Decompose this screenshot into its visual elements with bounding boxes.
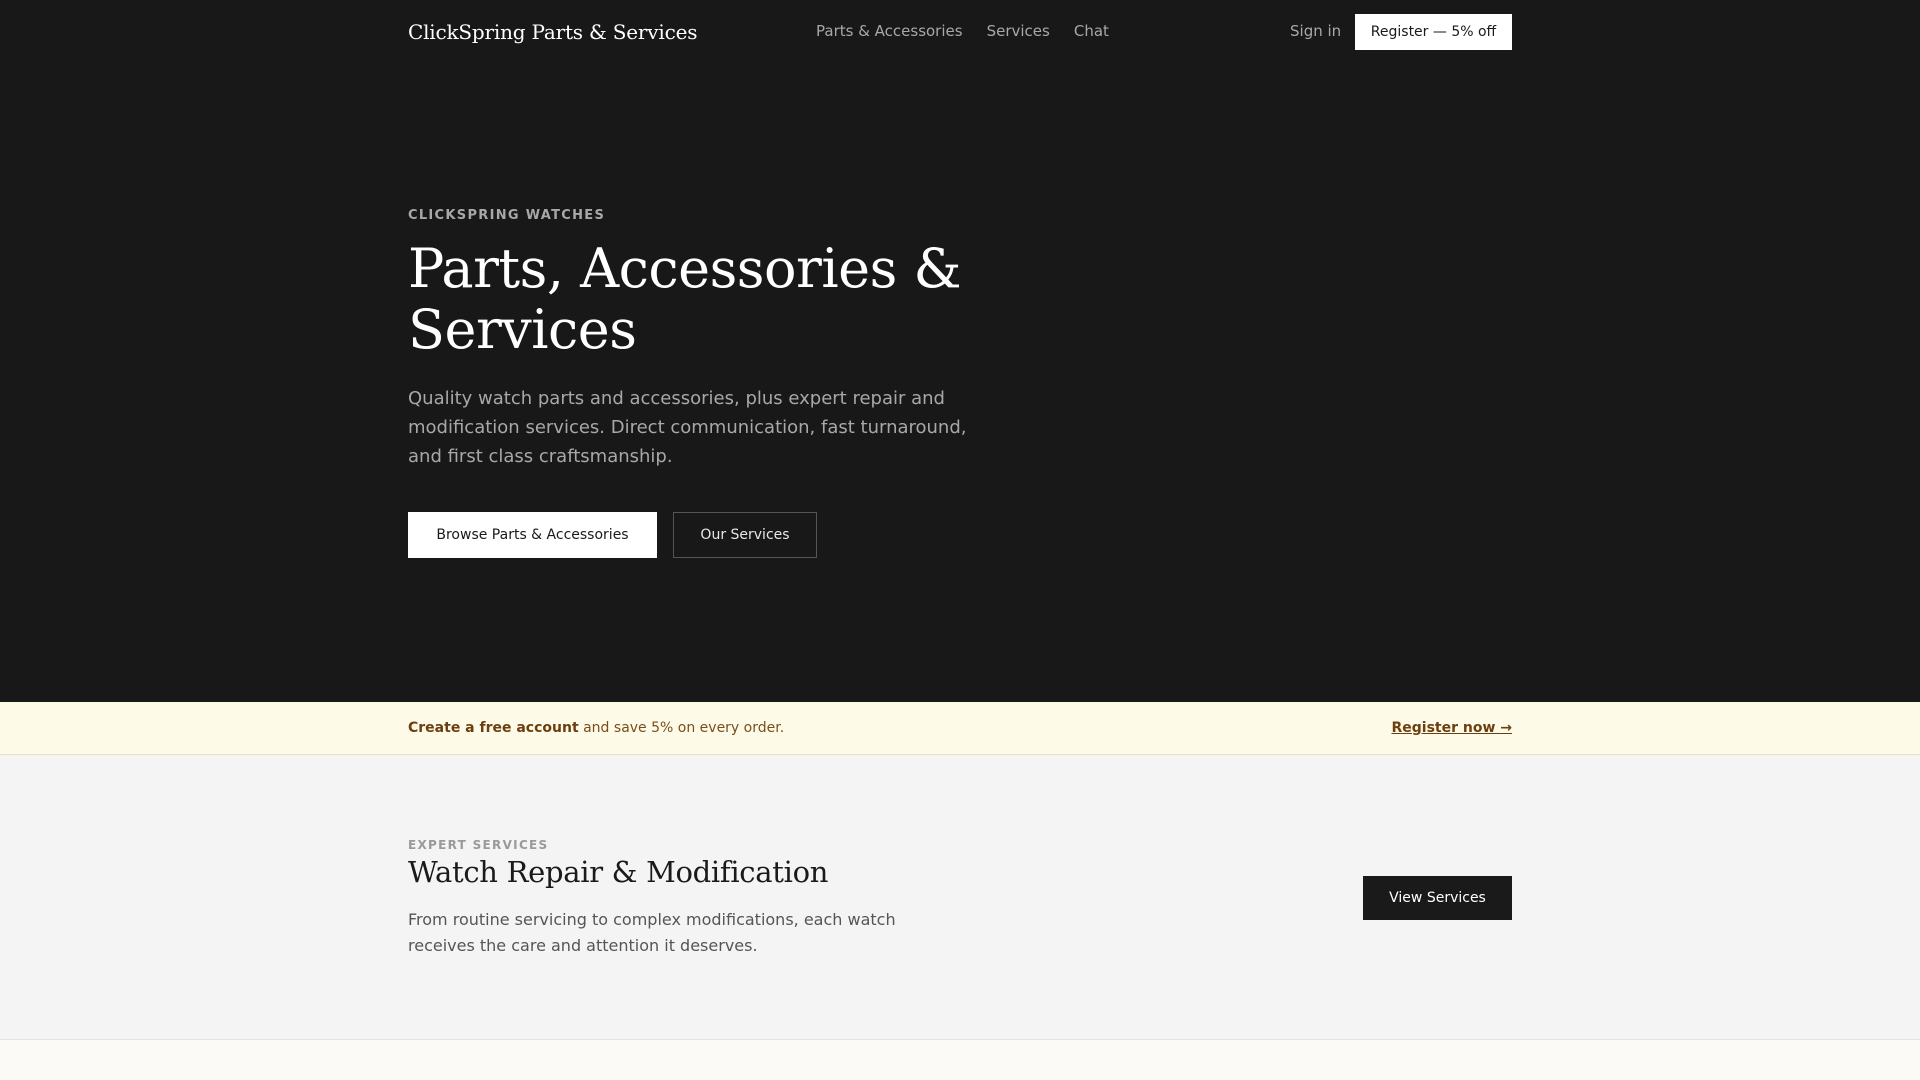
hero-title: Parts, Accessories & Services <box>408 237 962 361</box>
our-services-button[interactable]: Our Services <box>673 512 817 558</box>
nav-link-services[interactable]: Services <box>987 22 1050 40</box>
services-title: Watch Repair & Modification <box>408 855 829 889</box>
promo-bold-text: Create a free account <box>408 720 579 736</box>
promo-text: Create a free account and save 5% on eve… <box>408 720 784 736</box>
promo-banner: Create a free account and save 5% on eve… <box>0 702 1920 755</box>
promo-rest-text: and save 5% on every order. <box>578 720 785 736</box>
brand-logo[interactable]: ClickSpring Parts & Services <box>408 20 697 44</box>
hero-description: Quality watch parts and accessories, plu… <box>408 388 967 467</box>
services-description: From routine servicing to complex modifi… <box>408 910 896 955</box>
services-eyebrow: EXPERT SERVICES <box>408 838 549 852</box>
sign-in-link[interactable]: Sign in <box>1290 22 1341 40</box>
services-section: EXPERT SERVICES Watch Repair & Modificat… <box>0 755 1920 1040</box>
top-nav: ClickSpring Parts & Services Parts & Acc… <box>0 0 1920 64</box>
register-now-link[interactable]: Register now → <box>1391 720 1512 736</box>
view-services-button[interactable]: View Services <box>1363 876 1512 920</box>
nav-link-parts[interactable]: Parts & Accessories <box>816 22 963 40</box>
register-button[interactable]: Register — 5% off <box>1355 14 1512 50</box>
browse-parts-button[interactable]: Browse Parts & Accessories <box>408 512 657 558</box>
hero-section: ClickSpring Parts & Services Parts & Acc… <box>0 0 1920 702</box>
nav-links: Parts & Accessories Services Chat <box>816 22 1109 40</box>
next-section <box>0 1040 1920 1080</box>
hero-eyebrow: CLICKSPRING WATCHES <box>408 208 606 223</box>
nav-link-chat[interactable]: Chat <box>1074 22 1109 40</box>
